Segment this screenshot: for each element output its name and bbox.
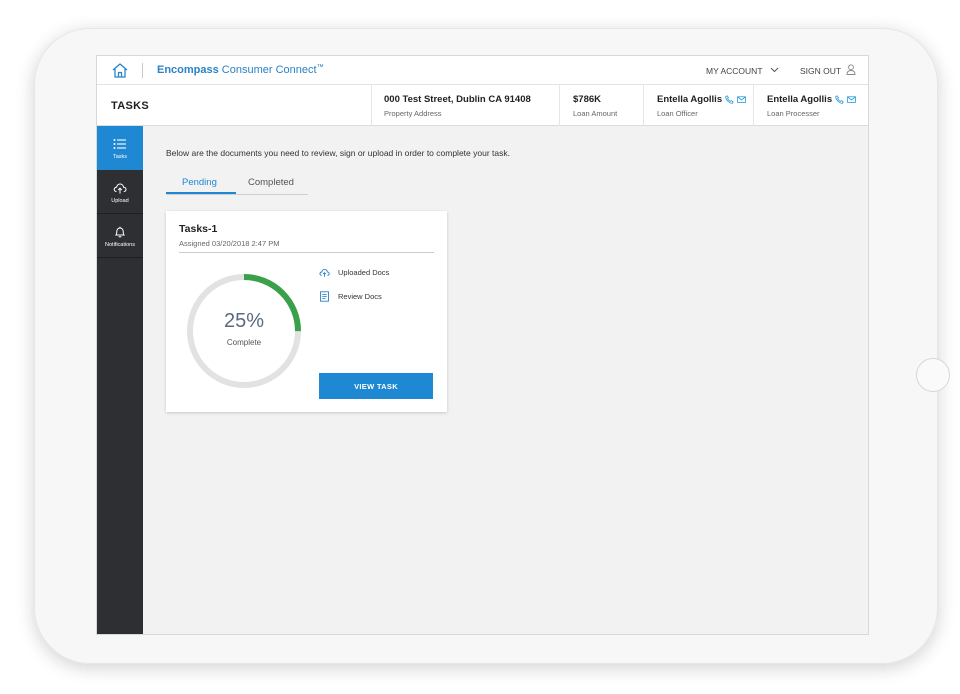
brand-rest: Consumer Connect: [218, 64, 317, 76]
view-task-button[interactable]: VIEW TASK: [319, 373, 433, 399]
intro-text: Below are the documents you need to revi…: [166, 148, 510, 158]
sidebar-item-label: Notifications: [105, 242, 135, 248]
tab-completed[interactable]: Completed: [248, 177, 294, 188]
brand-logo: Encompass Consumer Connect™: [157, 64, 324, 76]
home-icon[interactable]: [111, 62, 129, 78]
brand-separator: [142, 63, 143, 78]
review-docs-label: Review Docs: [338, 292, 382, 301]
phone-icon[interactable]: [835, 95, 844, 104]
property-address-value: 000 Test Street, Dublin CA 91408: [384, 94, 531, 105]
property-address-block: 000 Test Street, Dublin CA 91408 Propert…: [371, 85, 559, 126]
sidebar-item-upload[interactable]: Upload: [97, 170, 143, 214]
sign-out-link[interactable]: SIGN OUT: [800, 66, 841, 76]
loan-amount-label: Loan Amount: [573, 109, 618, 118]
loan-amount-block: $786K Loan Amount: [559, 85, 643, 126]
property-address-label: Property Address: [384, 109, 442, 118]
task-tabs: Pending Completed: [166, 169, 308, 195]
card-divider: [179, 252, 434, 253]
my-account-menu[interactable]: MY ACCOUNT: [706, 66, 763, 76]
email-icon[interactable]: [737, 95, 746, 104]
loan-officer-name: Entella Agollis: [657, 94, 723, 105]
loan-officer-block: Entella Agollis Loan Officer: [643, 85, 753, 126]
bell-icon: [114, 226, 126, 238]
task-title: Tasks-1: [179, 223, 218, 235]
loan-processor-name: Entella Agollis: [767, 94, 833, 105]
phone-icon[interactable]: [725, 95, 734, 104]
chevron-down-icon[interactable]: [770, 67, 779, 73]
list-icon: [113, 139, 126, 149]
tab-pending[interactable]: Pending: [182, 177, 217, 188]
brand-tm: ™: [316, 64, 324, 71]
sidebar-item-label: Upload: [111, 198, 129, 204]
task-assigned-date: Assigned 03/20/2018 2:47 PM: [179, 239, 280, 248]
loan-officer-label: Loan Officer: [657, 109, 698, 118]
top-bar: Encompass Consumer Connect™ MY ACCOUNT S…: [97, 56, 868, 85]
progress-percent: 25%: [223, 310, 265, 332]
document-icon: [320, 291, 329, 302]
loan-header: TASKS 000 Test Street, Dublin CA 91408 P…: [97, 85, 868, 126]
tablet-home-button: [916, 358, 950, 392]
email-icon[interactable]: [847, 95, 856, 104]
loan-processor-block: Entella Agollis Loan Processer: [753, 85, 868, 126]
sidebar-item-notifications[interactable]: Notifications: [97, 214, 143, 258]
app-screen: Encompass Consumer Connect™ MY ACCOUNT S…: [96, 55, 869, 635]
sidebar-item-tasks[interactable]: Tasks: [97, 126, 143, 170]
sidebar: Tasks Upload Notifications: [97, 126, 143, 634]
progress-label: Complete: [226, 338, 262, 347]
user-icon[interactable]: [846, 64, 856, 75]
uploaded-docs-label: Uploaded Docs: [338, 268, 390, 277]
page-title: TASKS: [111, 100, 149, 112]
cloud-upload-icon: [113, 183, 127, 194]
active-tab-indicator: [166, 192, 236, 194]
sidebar-item-label: Tasks: [112, 154, 128, 160]
loan-processor-label: Loan Processer: [767, 109, 820, 118]
cloud-upload-icon: [319, 268, 330, 277]
loan-amount-value: $786K: [573, 94, 601, 105]
task-card: Tasks-1 Assigned 03/20/2018 2:47 PM 25% …: [166, 211, 447, 412]
brand-bold: Encompass: [157, 64, 219, 76]
